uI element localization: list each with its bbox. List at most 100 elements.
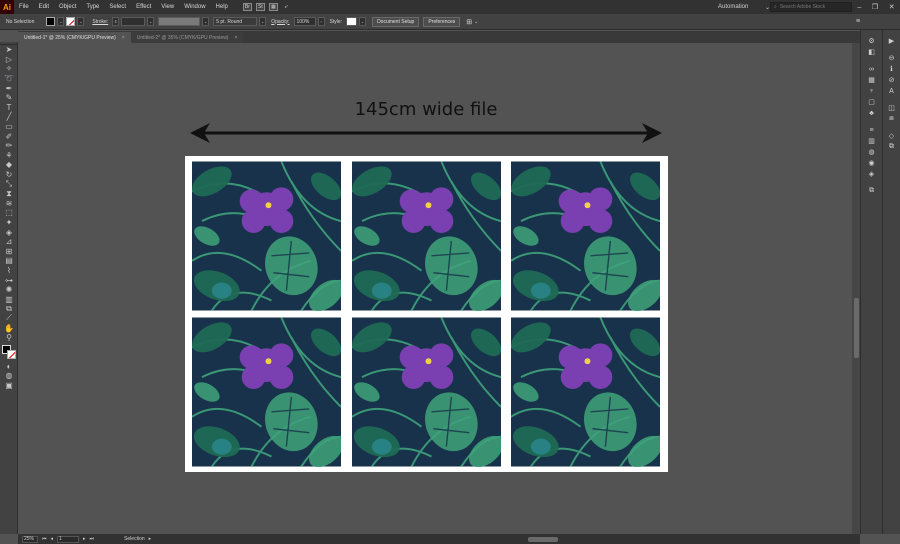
- minimize-icon[interactable]: –: [857, 4, 861, 11]
- eyedropper-tool-icon[interactable]: ⌇: [3, 266, 15, 276]
- graphic-style-swatch[interactable]: [346, 17, 358, 26]
- glyphs-panel-icon[interactable]: ⊘: [886, 75, 898, 85]
- artboard-panel-icon[interactable]: ⧉: [866, 186, 878, 196]
- close-icon[interactable]: ×: [234, 35, 237, 41]
- scale-tool-icon[interactable]: ⤡: [3, 179, 15, 189]
- play-action-icon[interactable]: ▶: [886, 36, 898, 46]
- next-artboard-icon[interactable]: ▸: [83, 536, 86, 542]
- zoom-tool-icon[interactable]: ⚲: [3, 333, 15, 343]
- menu-edit[interactable]: Edit: [34, 0, 54, 14]
- stroke-weight-field[interactable]: [121, 17, 146, 26]
- screen-mode-icon[interactable]: ▣: [3, 381, 15, 391]
- type-tool-icon[interactable]: T: [3, 103, 15, 113]
- rotate-tool-icon[interactable]: ↻: [3, 170, 15, 180]
- live-paint-tool-icon[interactable]: ◈: [3, 227, 15, 237]
- hand-tool-icon[interactable]: ✋: [3, 323, 15, 333]
- vertical-scrollbar[interactable]: [852, 43, 860, 534]
- pattern-tile[interactable]: [352, 317, 501, 467]
- warp-tool-icon[interactable]: ≋: [3, 199, 15, 209]
- variable-width-profile[interactable]: [158, 17, 201, 26]
- gradient-panel-icon[interactable]: ▥: [866, 136, 878, 146]
- pattern-tile[interactable]: [511, 161, 660, 311]
- menu-type[interactable]: Type: [81, 0, 104, 14]
- blend-tool-icon[interactable]: ⊶: [3, 275, 15, 285]
- properties-panel-icon[interactable]: ⚙: [866, 36, 878, 46]
- fill-dropdown[interactable]: ⌄: [57, 17, 65, 26]
- line-tool-icon[interactable]: ╱: [3, 112, 15, 122]
- pencil-tool-icon[interactable]: ✏: [3, 141, 15, 151]
- gpu-performance-icon[interactable]: ➶: [282, 3, 291, 11]
- stroke-weight-dropdown[interactable]: ⌄: [147, 17, 155, 26]
- lasso-tool-icon[interactable]: ➰: [3, 74, 15, 84]
- restore-icon[interactable]: ❐: [872, 3, 878, 11]
- selection-tool-icon[interactable]: ➤: [3, 45, 15, 55]
- chevron-down-icon[interactable]: ⌄: [474, 19, 478, 25]
- stock-search-input[interactable]: ⌕ Search Adobe Stock: [770, 2, 852, 12]
- image-trace-panel-icon[interactable]: ▦: [866, 75, 878, 85]
- pen-tool-icon[interactable]: ✒: [3, 83, 15, 93]
- shape-builder-tool-icon[interactable]: ✦: [3, 218, 15, 228]
- vertical-scroll-thumb[interactable]: [854, 298, 859, 358]
- menu-effect[interactable]: Effect: [131, 0, 156, 14]
- links-panel-icon[interactable]: ∞: [866, 64, 878, 74]
- paintbrush-tool-icon[interactable]: ✐: [3, 131, 15, 141]
- menu-window[interactable]: Window: [179, 0, 210, 14]
- tab-untitled-1[interactable]: Untitled-1* @ 25% (CMYK/GPU Preview) ×: [18, 32, 131, 43]
- symbols-panel-icon[interactable]: ♣: [866, 108, 878, 118]
- artboard-tool-icon[interactable]: ⧉: [3, 304, 15, 314]
- direct-selection-tool-icon[interactable]: ▷: [3, 55, 15, 65]
- eraser-tool-icon[interactable]: ◆: [3, 160, 15, 170]
- opacity-field[interactable]: 100%: [293, 17, 316, 26]
- appearance-panel-icon[interactable]: ◉: [866, 158, 878, 168]
- layers-panel-icon[interactable]: ◇: [886, 131, 898, 141]
- drawing-mode-icon[interactable]: ◍: [3, 371, 15, 381]
- horizontal-scroll-thumb[interactable]: [528, 537, 558, 542]
- pattern-tile[interactable]: [192, 161, 341, 311]
- artboards-panel-icon[interactable]: ⧉: [886, 142, 898, 152]
- color-mode-icon[interactable]: ◐: [3, 361, 15, 371]
- pattern-tile[interactable]: [192, 317, 341, 467]
- style-dropdown[interactable]: ⌄: [359, 17, 367, 26]
- symbol-sprayer-tool-icon[interactable]: ✺: [3, 285, 15, 295]
- slice-tool-icon[interactable]: ⟋: [3, 313, 15, 324]
- pathfinder-panel-icon[interactable]: ◫: [886, 103, 898, 113]
- zoom-field[interactable]: 25%: [22, 535, 38, 543]
- brush-definition[interactable]: 5 pt. Round: [213, 17, 258, 26]
- free-transform-tool-icon[interactable]: ⬚: [3, 208, 15, 218]
- pattern-tile[interactable]: [511, 317, 660, 467]
- gradient-tool-icon[interactable]: ▤: [3, 256, 15, 266]
- magic-wand-tool-icon[interactable]: ✧: [3, 64, 15, 74]
- rectangle-tool-icon[interactable]: ▭: [3, 122, 15, 132]
- stroke-weight-stepper[interactable]: ⇕: [112, 17, 120, 26]
- width-tool-icon[interactable]: ⧗: [3, 189, 15, 199]
- pattern-tile[interactable]: [352, 161, 501, 311]
- prev-artboard-icon[interactable]: ◂: [51, 536, 54, 542]
- links-icon[interactable]: ⊖: [886, 53, 898, 63]
- stroke-panel-icon[interactable]: ≡: [866, 125, 878, 135]
- workspace-switcher[interactable]: Automation ⌄: [718, 2, 772, 12]
- menu-select[interactable]: Select: [104, 0, 131, 14]
- stroke-label[interactable]: Stroke:: [92, 19, 108, 25]
- stroke-color-box[interactable]: [7, 350, 16, 360]
- menu-view[interactable]: View: [156, 0, 179, 14]
- mesh-tool-icon[interactable]: ⊞: [3, 246, 15, 256]
- opacity-dropdown[interactable]: ›: [317, 17, 325, 26]
- menu-object[interactable]: Object: [54, 0, 81, 14]
- stroke-dropdown[interactable]: ⌄: [77, 17, 85, 26]
- artboard[interactable]: [185, 156, 668, 472]
- artboard-navigation-field[interactable]: 1: [57, 535, 80, 543]
- menu-file[interactable]: File: [14, 0, 34, 14]
- bridge-icon[interactable]: Br: [242, 3, 252, 11]
- puppet-warp-panel-icon[interactable]: ♆: [866, 86, 878, 96]
- css-properties-panel-icon[interactable]: ▢: [866, 97, 878, 107]
- character-panel-icon[interactable]: A: [886, 86, 898, 96]
- last-artboard-icon[interactable]: ⏭: [90, 536, 95, 542]
- brush-dropdown[interactable]: ⌄: [259, 17, 267, 26]
- libraries-panel-icon[interactable]: ◧: [866, 47, 878, 57]
- arrange-documents-icon[interactable]: ▦: [268, 3, 278, 11]
- first-artboard-icon[interactable]: ⏮: [42, 536, 47, 542]
- column-graph-tool-icon[interactable]: ▥: [3, 294, 15, 304]
- close-icon[interactable]: ✕: [889, 3, 895, 11]
- arrange-icon[interactable]: ⊞: [466, 18, 472, 26]
- perspective-grid-tool-icon[interactable]: ⊿: [3, 237, 15, 247]
